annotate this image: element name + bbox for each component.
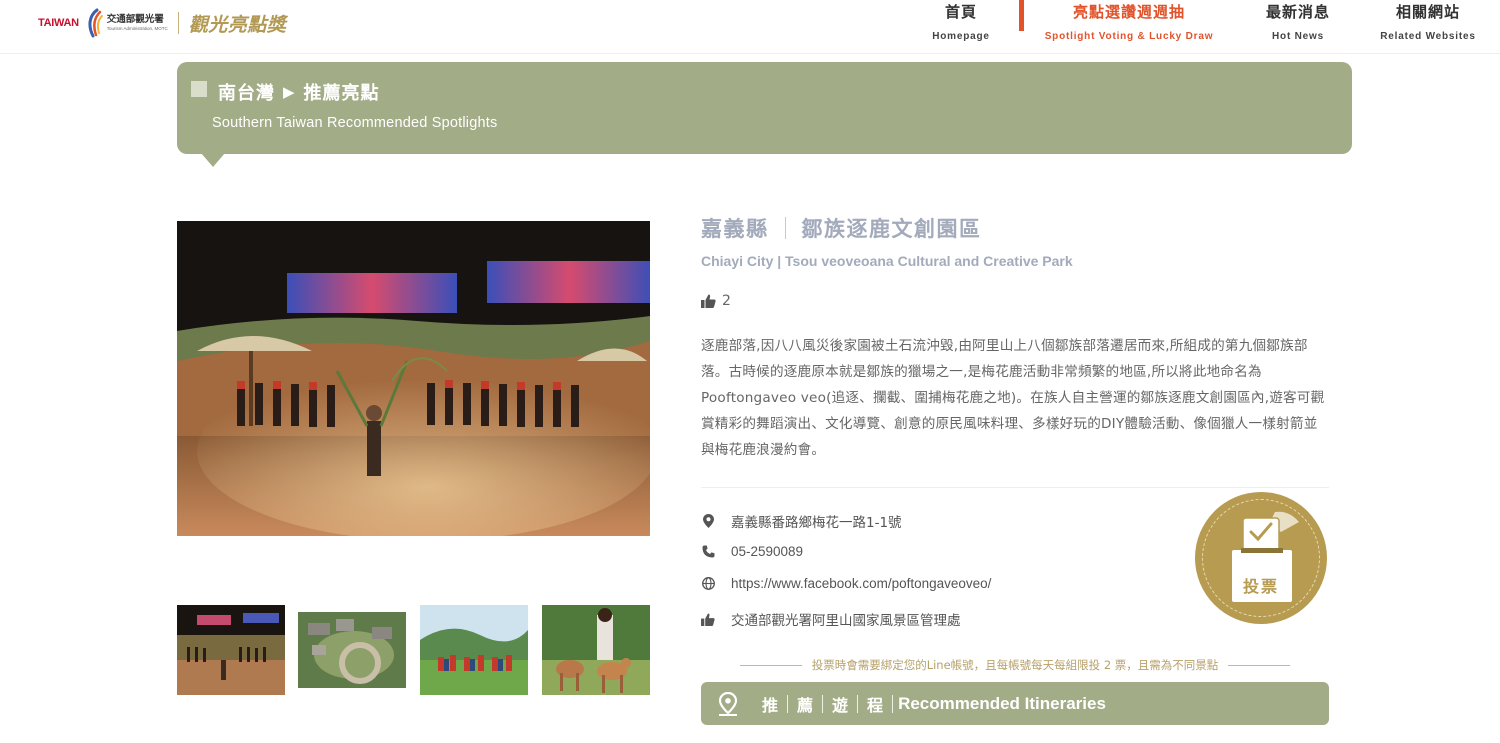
address-row: 嘉義縣番路鄉梅花一路1-1號	[701, 511, 902, 531]
banner-subtitle: Southern Taiwan Recommended Spotlights	[212, 115, 498, 131]
spot-detail: 嘉義縣 鄒族逐鹿文創園區 Chiayi City | Tsou veoveoan…	[701, 212, 1329, 488]
spot-county: 嘉義縣	[701, 217, 769, 241]
title-separator	[784, 217, 786, 239]
nav-related-websites[interactable]: 相關網站 Related Websites	[1374, 0, 1482, 54]
campaign-logo-text: 觀光亮點獎	[188, 13, 287, 36]
map-pin-icon	[718, 691, 738, 716]
nav-label-en: Hot News	[1272, 31, 1324, 42]
nav-active-indicator	[1019, 0, 1024, 31]
phone-icon	[701, 545, 715, 559]
nav-label-zh: 亮點選讚週週抽	[1072, 3, 1185, 21]
nav-label-zh: 最新消息	[1265, 3, 1330, 21]
nav-label-en: Related Websites	[1380, 31, 1476, 42]
itinerary-char: 推	[762, 695, 779, 715]
agency-name-en: Tourism Administration, MOTC	[106, 25, 168, 31]
banner-tail	[201, 153, 225, 167]
itinerary-label-en: Recommended Itineraries	[898, 693, 1106, 713]
taiwan-logo-text: TAIWAN	[38, 17, 79, 29]
thumb-aerial-park[interactable]	[298, 605, 406, 695]
main-photo-stage-performance	[177, 221, 650, 536]
thumbs-up-icon	[701, 612, 715, 626]
agency-name: 交通部觀光署 Tourism Administration, MOTC	[107, 15, 168, 31]
voting-notice: 投票時會需要綁定您的Line帳號，且每帳號每天每組限投 2 票，且需為不同景點	[740, 657, 1290, 673]
thumb-deer-photo[interactable]	[542, 605, 650, 695]
address-text: 嘉義縣番路鄉梅花一路1-1號	[731, 515, 902, 531]
recommender-row: 交通部觀光署阿里山國家風景區管理處	[701, 609, 961, 629]
phone-row: 05-2590089	[701, 544, 803, 559]
play-arrow-icon: ▶	[283, 83, 296, 101]
spot-title-en: Chiayi City | Tsou veoveoana Cultural an…	[701, 253, 1073, 269]
map-pin-icon	[701, 514, 715, 528]
nav-label-en: Spotlight Voting & Lucky Draw	[1044, 31, 1214, 42]
thumbs-up-icon	[701, 294, 716, 308]
website-link[interactable]: https://www.facebook.com/poftongaveoveo/	[731, 576, 991, 591]
spot-name: 鄒族逐鹿文創園區	[801, 217, 982, 241]
itinerary-char: 遊	[832, 695, 849, 715]
thumb-group-photo[interactable]	[420, 605, 528, 695]
like-count-value: 2	[722, 293, 731, 309]
nav-hot-news[interactable]: 最新消息 Hot News	[1262, 0, 1334, 54]
vote-button-label: 投票	[1242, 577, 1279, 596]
nav-homepage[interactable]: 首頁 Homepage	[930, 0, 992, 54]
vote-button[interactable]: 投票	[1195, 492, 1327, 624]
phone-link[interactable]: 05-2590089	[731, 544, 803, 559]
nav-spotlight-voting[interactable]: 亮點選讚週週抽 Spotlight Voting & Lucky Draw	[1035, 0, 1223, 54]
like-count[interactable]: 2	[701, 293, 1329, 309]
nav-label-zh: 相關網站	[1395, 3, 1460, 21]
itinerary-label-zh: 推 薦 遊 程	[753, 692, 894, 716]
banner-title: 南台灣 ▶ 推薦亮點	[218, 79, 380, 105]
banner-square-icon	[191, 81, 207, 97]
agency-name-zh: 交通部觀光署	[106, 14, 164, 25]
website-row: https://www.facebook.com/poftongaveoveo/	[701, 576, 991, 591]
banner-section: 推薦亮點	[303, 83, 380, 104]
spot-title: 嘉義縣 鄒族逐鹿文創園區	[701, 212, 1329, 244]
spot-description: 逐鹿部落,因八八風災後家園被土石流沖毀,由阿里山上八個鄒族部落遷居而來,所組成的…	[701, 338, 1325, 458]
char-separator	[892, 694, 894, 713]
thumb-stage-performance[interactable]	[177, 605, 285, 695]
tourism-brand-icon	[88, 8, 103, 38]
itinerary-char: 薦	[797, 695, 814, 715]
notice-line-right	[1228, 664, 1290, 666]
banner-region: 南台灣	[218, 83, 275, 104]
recommended-itineraries-button[interactable]: 推 薦 遊 程 Recommended Itineraries	[701, 682, 1329, 725]
photo-thumbnails	[177, 605, 650, 695]
site-logo[interactable]: TAIWAN 交通部觀光署 Tourism Administration, MO…	[38, 6, 286, 40]
site-header: TAIWAN 交通部觀光署 Tourism Administration, MO…	[0, 0, 1500, 54]
section-banner: 南台灣 ▶ 推薦亮點 Southern Taiwan Recommended S…	[177, 62, 1352, 154]
nav-label-en: Homepage	[932, 31, 990, 42]
voting-notice-text: 投票時會需要綁定您的Line帳號，且每帳號每天每組限投 2 票，且需為不同景點	[811, 658, 1219, 672]
notice-line-left	[740, 664, 802, 666]
globe-icon	[701, 577, 715, 591]
logo-divider	[177, 12, 179, 34]
itinerary-char: 程	[867, 695, 884, 715]
divider	[701, 487, 1329, 488]
recommender-text: 交通部觀光署阿里山國家風景區管理處	[731, 613, 961, 629]
nav-label-zh: 首頁	[944, 3, 977, 21]
